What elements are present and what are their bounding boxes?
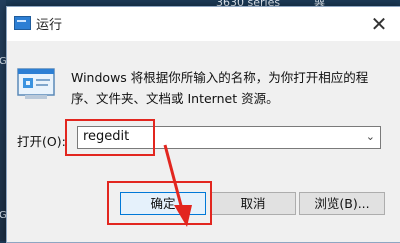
open-label: 打开(O): (17, 134, 66, 149)
cancel-button[interactable]: 取消 (210, 192, 296, 215)
browse-button[interactable]: 浏览(B)... (299, 192, 385, 215)
dialog-title: 运行 (36, 18, 63, 33)
chevron-down-icon[interactable]: ⌄ (366, 130, 375, 143)
ok-highlight-box (107, 181, 212, 225)
title-bar[interactable]: 运行 ✕ (7, 7, 400, 41)
run-dialog: 运行 ✕ Windows 将根据你所输入的名称，为你打开相应的程序、文件夹、文档… (6, 6, 400, 243)
dialog-description: Windows 将根据你所输入的名称，为你打开相应的程序、文件夹、文档或 Int… (71, 70, 369, 106)
close-button[interactable]: ✕ (367, 12, 391, 36)
input-highlight-box (65, 119, 155, 156)
run-program-icon (17, 68, 55, 99)
run-icon (14, 16, 31, 30)
dialog-body: Windows 将根据你所输入的名称，为你打开相应的程序、文件夹、文档或 Int… (7, 41, 400, 242)
